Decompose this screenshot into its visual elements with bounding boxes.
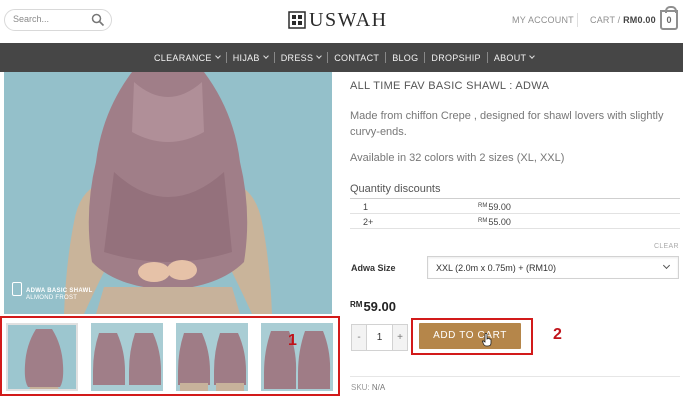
clear-selection-link[interactable]: CLEAR bbox=[654, 243, 679, 250]
nav-divider bbox=[327, 52, 329, 63]
nav-divider bbox=[273, 52, 275, 63]
nav-menu: CLEARANCE HIJAB DRESS CONTACT BLOG DROPS… bbox=[154, 43, 536, 72]
main-nav: CLEARANCE HIJAB DRESS CONTACT BLOG DROPS… bbox=[0, 43, 683, 72]
nav-item-dress[interactable]: DRESS bbox=[281, 53, 323, 63]
nav-divider bbox=[225, 52, 227, 63]
product-title: ALL TIME FAV BASIC SHAWL : ADWA bbox=[350, 80, 550, 92]
nav-item-contact[interactable]: CONTACT bbox=[334, 53, 379, 63]
quantity-input[interactable]: 1 bbox=[366, 325, 393, 350]
chevron-down-icon bbox=[214, 53, 221, 59]
add-to-cart-button[interactable]: ADD TO CART bbox=[419, 323, 521, 349]
site-logo[interactable]: USWAH bbox=[288, 9, 388, 31]
product-sku: SKU: N/A bbox=[351, 383, 386, 392]
nav-item-about[interactable]: ABOUT bbox=[494, 53, 536, 63]
chevron-down-icon bbox=[662, 261, 671, 270]
cart-bag-icon[interactable]: 0 bbox=[660, 6, 678, 30]
product-price: RM59.00 bbox=[350, 299, 396, 314]
nav-divider bbox=[385, 52, 387, 63]
size-label: Adwa Size bbox=[351, 263, 396, 273]
chevron-down-icon bbox=[316, 53, 323, 59]
cart-link[interactable]: CART / RM0.00 bbox=[590, 15, 656, 25]
nav-divider bbox=[424, 52, 426, 63]
discount-price: RM59.00 bbox=[478, 202, 511, 212]
nav-item-dropship[interactable]: DROPSHIP bbox=[431, 53, 480, 63]
hand-cursor-icon bbox=[482, 333, 492, 347]
size-select[interactable]: XXL (2.0m x 0.75m) + (RM10) bbox=[427, 256, 679, 279]
my-account-link[interactable]: MY ACCOUNT bbox=[512, 15, 574, 25]
product-main-image[interactable]: ADWA BASIC SHAWL ALMOND FROST bbox=[4, 72, 332, 314]
watermark-icon bbox=[12, 282, 22, 296]
thumbnail-photo bbox=[8, 325, 76, 389]
quantity-increase-button[interactable]: + bbox=[393, 325, 407, 350]
thumbnail-gallery bbox=[0, 316, 340, 396]
chevron-down-icon bbox=[529, 53, 536, 59]
nav-divider bbox=[486, 52, 488, 63]
quantity-stepper: - 1 + bbox=[351, 324, 408, 351]
cart-amount: RM0.00 bbox=[623, 15, 656, 25]
annotation-marker-1: 1 bbox=[288, 332, 297, 349]
nav-item-hijab[interactable]: HIJAB bbox=[233, 53, 269, 63]
nav-item-clearance[interactable]: CLEARANCE bbox=[154, 53, 221, 63]
thumbnail-1[interactable] bbox=[6, 323, 78, 391]
nav-item-blog[interactable]: BLOG bbox=[392, 53, 418, 63]
thumbnail-photo bbox=[176, 323, 248, 391]
divider bbox=[350, 376, 680, 377]
size-select-value: XXL (2.0m x 0.75m) + (RM10) bbox=[436, 263, 556, 273]
logo-text: USWAH bbox=[309, 8, 388, 31]
thumbnail-2[interactable] bbox=[91, 323, 163, 391]
quantity-decrease-button[interactable]: - bbox=[352, 325, 366, 350]
annotation-marker-2: 2 bbox=[553, 326, 562, 343]
product-availability: Available in 32 colors with 2 sizes (XL,… bbox=[350, 152, 565, 164]
header-divider bbox=[577, 13, 578, 27]
product-description: Made from chiffon Crepe , designed for s… bbox=[350, 110, 664, 138]
discount-qty: 2+ bbox=[363, 217, 374, 227]
discount-qty: 1 bbox=[363, 202, 369, 212]
thumbnail-3[interactable] bbox=[176, 323, 248, 391]
quantity-discounts-title: Quantity discounts bbox=[350, 183, 441, 195]
search-input[interactable]: Search... bbox=[13, 14, 49, 24]
thumbnail-photo bbox=[91, 323, 163, 391]
site-header: Search... USWAH MY ACCOUNT CART / RM0.00… bbox=[0, 0, 683, 43]
table-row: 1 RM59.00 bbox=[350, 199, 680, 214]
chevron-down-icon bbox=[262, 53, 269, 59]
search-icon[interactable] bbox=[91, 13, 105, 27]
product-photo bbox=[4, 72, 332, 314]
thumbnail-4[interactable] bbox=[261, 323, 333, 391]
logo-mark-icon bbox=[288, 11, 306, 29]
quantity-discounts-table: 1 RM59.00 2+ RM55.00 bbox=[350, 198, 680, 229]
cart-count: 0 bbox=[666, 15, 672, 25]
cart-label: CART / bbox=[590, 15, 621, 25]
table-row: 2+ RM55.00 bbox=[350, 214, 680, 229]
thumbnail-photo bbox=[261, 323, 333, 391]
discount-price: RM55.00 bbox=[478, 217, 511, 227]
image-caption: ADWA BASIC SHAWL ALMOND FROST bbox=[26, 288, 93, 301]
search-box[interactable]: Search... bbox=[4, 9, 112, 31]
